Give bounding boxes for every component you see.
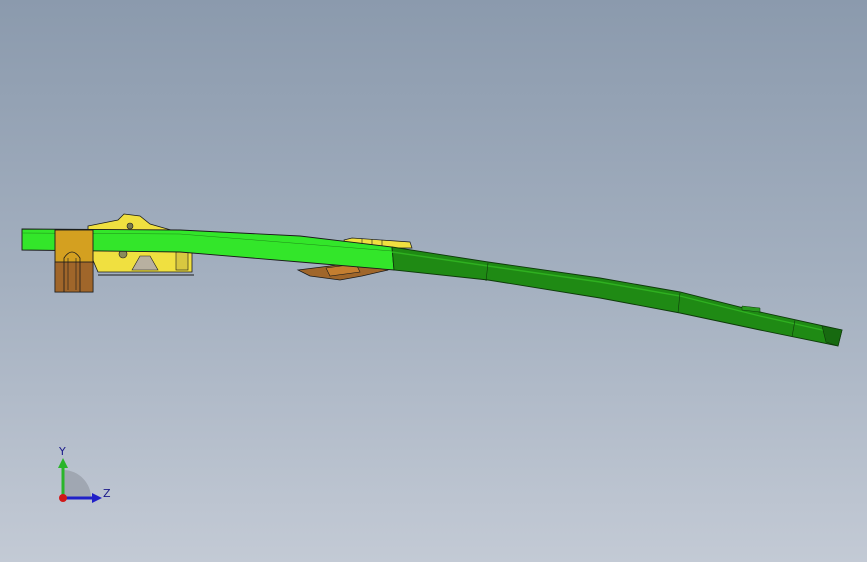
- left-end-clip[interactable]: [54, 229, 94, 293]
- model-canvas[interactable]: Y Z: [0, 0, 867, 562]
- rail-dark-section[interactable]: [391, 246, 843, 347]
- coordinate-triad-icon: Y Z: [58, 445, 111, 503]
- y-axis-label: Y: [58, 445, 66, 458]
- z-axis-label: Z: [103, 487, 111, 500]
- graphics-viewport[interactable]: Y Z: [0, 0, 867, 562]
